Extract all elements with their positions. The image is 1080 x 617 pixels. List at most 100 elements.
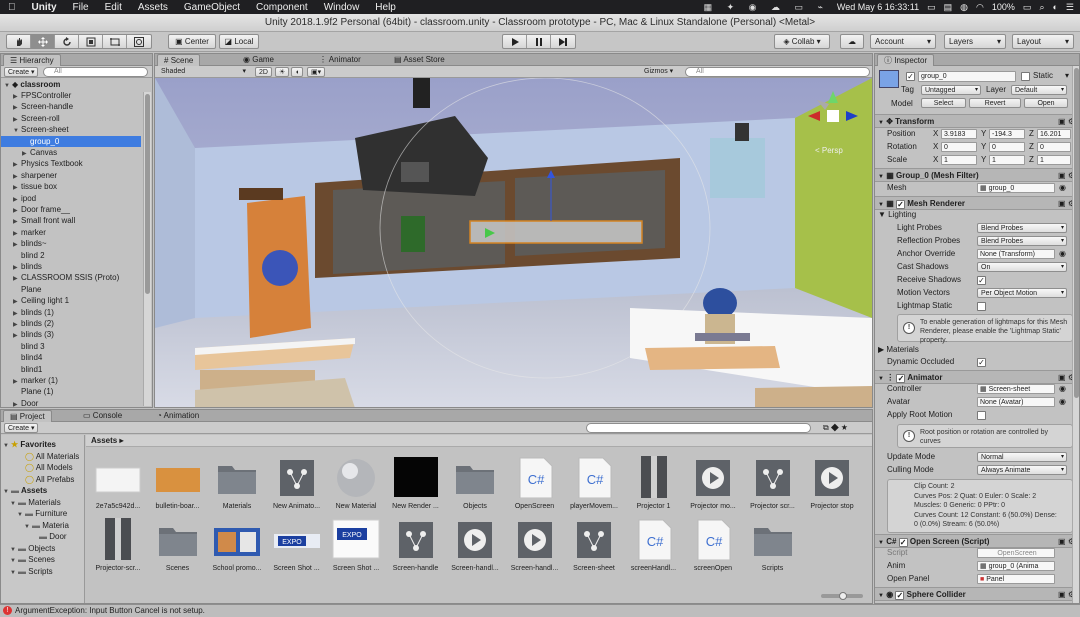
scl-z-field[interactable]: 1 xyxy=(1037,155,1071,165)
update-mode-dropdown[interactable]: Normal xyxy=(977,452,1067,462)
hierarchy-item[interactable]: ▶ marker xyxy=(1,227,141,238)
static-dropdown-icon[interactable]: ▾ xyxy=(1065,71,1069,80)
receive-shadows-checkbox[interactable]: ✓ xyxy=(977,276,986,285)
animator-enabled-checkbox[interactable]: ✓ xyxy=(896,374,906,383)
tab-project[interactable]: ▤ Project xyxy=(3,410,52,422)
openscreen-header[interactable]: ▼ C# ✓ Open Screen (Script) ▣ ⚙ xyxy=(875,534,1079,548)
rotate-tool-icon[interactable] xyxy=(55,35,79,48)
expand-arrow-icon[interactable]: ▼ xyxy=(10,568,18,579)
project-tree-item[interactable]: ▼ ★ Favorites xyxy=(1,439,85,450)
effects-toggle-icon[interactable]: ▣▾ xyxy=(307,67,326,77)
light-probes-dropdown[interactable]: Blend Probes xyxy=(977,223,1067,233)
hierarchy-item[interactable]: blind 2 xyxy=(1,250,141,261)
pivot-center-toggle[interactable]: ▣ Center xyxy=(168,34,216,49)
status-bar[interactable]: ! ArgumentException: Input Button Cancel … xyxy=(0,604,1080,617)
menu-app-unity[interactable]: Unity xyxy=(24,2,65,13)
collapse-icon[interactable]: ▼ xyxy=(878,540,884,546)
project-tree-item[interactable]: ◯ All Models xyxy=(1,462,85,473)
tab-hierarchy[interactable]: ☰ Hierarchy xyxy=(3,54,61,66)
scene-search-input[interactable]: All xyxy=(685,67,870,77)
hierarchy-item[interactable]: group_0 xyxy=(1,135,141,147)
asset-item[interactable]: Scenes xyxy=(148,518,208,582)
rect-tool-icon[interactable] xyxy=(103,35,127,48)
collapse-icon[interactable]: ▼ xyxy=(878,376,884,382)
collapse-icon[interactable]: ▼ xyxy=(878,202,884,208)
hierarchy-item[interactable]: ▶ FPSController xyxy=(1,90,141,101)
step-icon[interactable] xyxy=(551,35,575,48)
menu-list-icon[interactable]: ☰ xyxy=(1066,2,1074,13)
hierarchy-item[interactable]: ▶ Canvas xyxy=(1,147,141,158)
hierarchy-item[interactable]: ▶ marker (1) xyxy=(1,375,141,386)
project-tree-item[interactable]: ◯ All Materials xyxy=(1,451,85,462)
collapse-icon[interactable]: ▼ xyxy=(878,593,884,599)
hierarchy-scrollbar[interactable] xyxy=(143,92,151,406)
layout-dropdown[interactable]: Layout ▾ xyxy=(1012,34,1074,49)
inspector-scroll-thumb[interactable] xyxy=(1074,68,1079,398)
meshfilter-header[interactable]: ▼ ▦ Group_0 (Mesh Filter) ▣ ⚙ xyxy=(875,168,1079,182)
collapse-icon[interactable]: ▼ xyxy=(878,174,884,180)
asset-item[interactable]: Objects xyxy=(445,456,505,520)
hierarchy-item[interactable]: ▶ Screen-roll xyxy=(1,113,141,124)
static-checkbox[interactable] xyxy=(1021,72,1030,81)
tab-asset-store[interactable]: ▤ Asset Store xyxy=(388,54,451,66)
project-tree-item[interactable]: ◯ All Prefabs xyxy=(1,474,85,485)
asset-item[interactable]: C# screenOpen xyxy=(683,518,743,582)
rot-z-field[interactable]: 0 xyxy=(1037,142,1071,152)
hierarchy-item[interactable]: ▼ Screen-sheet xyxy=(1,124,141,135)
menu-gameobject[interactable]: GameObject xyxy=(176,2,248,13)
airplay-icon[interactable]: ▭ xyxy=(927,2,936,13)
asset-item[interactable]: EXPO Screen Shot ... xyxy=(326,518,386,582)
layers-dropdown[interactable]: Layers ▾ xyxy=(944,34,1006,49)
menu-help[interactable]: Help xyxy=(367,2,404,13)
open-panel-field[interactable]: ■ Panel xyxy=(977,574,1055,584)
scene-viewport[interactable] xyxy=(155,78,872,408)
asset-item[interactable]: C# playerMovem... xyxy=(564,456,624,520)
hierarchy-item[interactable]: blind4 xyxy=(1,352,141,363)
inspector-scrollbar[interactable] xyxy=(1072,66,1079,603)
project-breadcrumb[interactable]: Assets ▸ xyxy=(86,435,872,447)
project-tree-item[interactable]: ▼ ▬ Objects xyxy=(1,543,85,554)
project-tree-item[interactable]: ▼ ▬ Materia xyxy=(1,520,85,531)
status-message[interactable]: ArgumentException: Input Button Cancel i… xyxy=(15,606,205,615)
asset-item[interactable]: Projector mo... xyxy=(683,456,743,520)
hierarchy-item[interactable]: ▶ blinds~ xyxy=(1,238,141,249)
scene-root-row[interactable]: ▼ ◆ classroom xyxy=(1,79,141,90)
motion-vectors-dropdown[interactable]: Per Object Motion xyxy=(977,288,1067,298)
hierarchy-item[interactable]: Plane xyxy=(1,284,141,295)
asset-item[interactable]: Materials xyxy=(207,456,267,520)
shading-dropdown[interactable]: Shaded ▾ xyxy=(158,67,248,77)
pos-x-field[interactable]: 3.9183 xyxy=(941,129,977,139)
animator-header[interactable]: ▼ ⋮ ✓ Animator ▣ ⚙ xyxy=(875,370,1079,384)
collapse-icon[interactable]: ▼ xyxy=(878,120,884,126)
hierarchy-item[interactable]: ▶ tissue box xyxy=(1,181,141,192)
filter-icons[interactable]: ⧉ ◆ ★ xyxy=(823,423,848,433)
hierarchy-item[interactable]: blind1 xyxy=(1,364,141,375)
hierarchy-item[interactable]: ▶ blinds (3) xyxy=(1,329,141,340)
hierarchy-item[interactable]: ▶ blinds xyxy=(1,261,141,272)
object-picker-icon[interactable]: ◉ xyxy=(1059,396,1066,408)
asset-item[interactable]: Screen-handle xyxy=(386,518,446,582)
asset-item[interactable]: Projector scr... xyxy=(743,456,803,520)
object-picker-icon[interactable]: ◉ xyxy=(1059,383,1066,395)
controller-field[interactable]: ▦ Screen-sheet xyxy=(977,384,1055,394)
gameobject-name-field[interactable]: group_0 xyxy=(918,71,1016,82)
project-tree-item[interactable]: ▼ ▬ Scenes xyxy=(1,554,85,565)
wifi-icon[interactable]: ◠ xyxy=(976,2,984,13)
asset-item[interactable]: C# screenHandl... xyxy=(624,518,684,582)
hierarchy-item[interactable]: ▶ Door xyxy=(1,398,141,409)
rot-x-field[interactable]: 0 xyxy=(941,142,977,152)
menu-window[interactable]: Window xyxy=(316,2,368,13)
apply-root-motion-checkbox[interactable] xyxy=(977,411,986,420)
menu-file[interactable]: File xyxy=(65,2,97,13)
project-tree-item[interactable]: ▬ Door xyxy=(1,531,85,542)
cast-shadows-dropdown[interactable]: On xyxy=(977,262,1067,272)
project-search-input[interactable] xyxy=(586,423,811,433)
transform-tool-icon[interactable] xyxy=(127,35,151,48)
meshrenderer-enabled-checkbox[interactable]: ✓ xyxy=(895,200,905,209)
hierarchy-item[interactable]: ▶ Ceiling light 1 xyxy=(1,295,141,306)
tab-inspector[interactable]: ⓘ Inspector xyxy=(877,54,935,66)
tag-dropdown[interactable]: Untagged xyxy=(921,85,981,95)
slider-knob[interactable] xyxy=(839,592,847,600)
pos-z-field[interactable]: 16.201 xyxy=(1037,129,1071,139)
hierarchy-item[interactable]: ▶ Screen-handle xyxy=(1,101,141,112)
